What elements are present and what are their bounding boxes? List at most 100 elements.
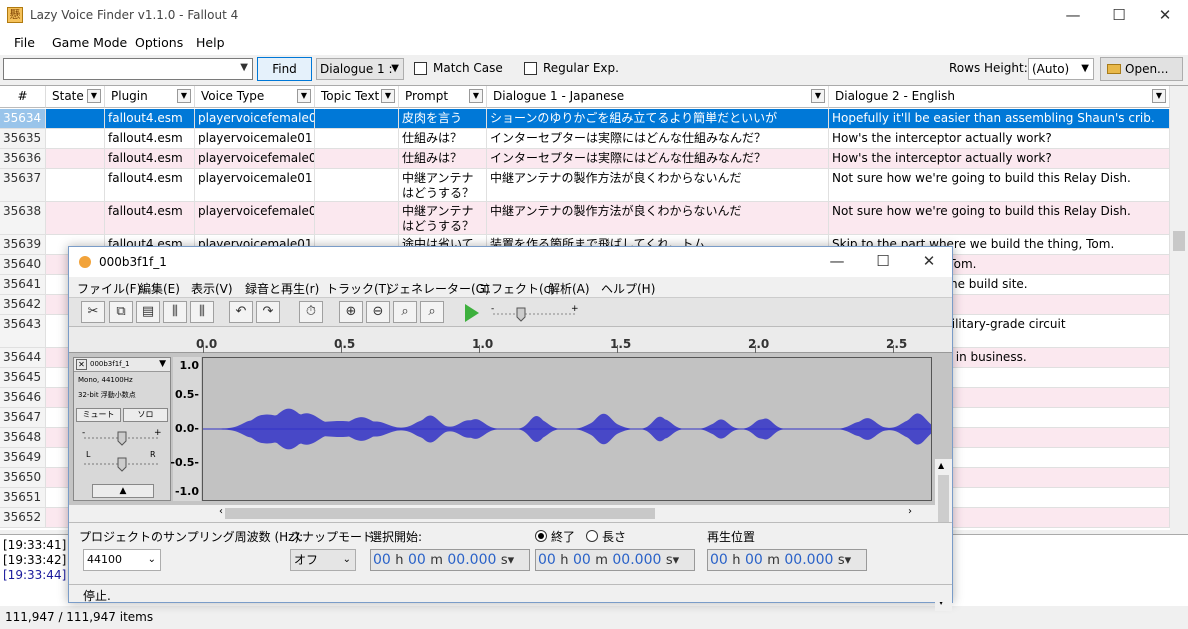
minimize-button[interactable]: — [1050,0,1096,31]
audacity-menu-file[interactable]: ファイル(F) [77,280,141,297]
cell-jp[interactable]: インターセプターは実際にはどんな仕組みなんだ？ [487,129,829,148]
table-row[interactable]: 35635 fallout4.esm playervoicemale01 仕組みは？イ… [0,129,1170,149]
audacity-menu-analyze[interactable]: 解析(A) [548,280,590,297]
column-header-topic-text[interactable]: Topic Text ▼ [315,86,399,108]
table-row[interactable]: 35636 fallout4.esm playervoicefemale01 仕組みは… [0,149,1170,169]
cell-num[interactable]: 35649 [0,448,46,467]
cell-voice[interactable]: playervoicemale01 [195,169,315,201]
column-header-state[interactable]: State ▼ [46,86,105,108]
find-button[interactable]: Find [257,57,312,81]
audacity-menu-tracks[interactable]: トラック(T) [326,280,391,297]
audacity-horizontal-scrollbar[interactable]: ‹ › [219,505,934,522]
cell-prompt[interactable]: 中継アンテナはどうする？ [399,169,487,201]
filter-dropdown-icon[interactable]: ▼ [177,89,191,103]
maximize-button[interactable]: ☐ [1096,0,1142,31]
column-header-prompt[interactable]: Prompt ▼ [399,86,487,108]
audacity-menu-view[interactable]: 表示(V) [191,280,233,297]
redo-icon[interactable]: ↷ [256,301,280,323]
cell-topic[interactable] [315,149,399,168]
cell-prompt[interactable]: 中継アンテナはどうする？ [399,202,487,234]
cell-plugin[interactable]: fallout4.esm [105,202,195,234]
sync-lock-icon[interactable]: ⏱ [299,301,323,323]
search-input[interactable]: ▼ [3,58,253,80]
playback-volume-slider[interactable]: - + [491,304,579,322]
undo-icon[interactable]: ↶ [229,301,253,323]
audacity-menu-generate[interactable]: ジェネレーター(G) [387,280,490,297]
cell-num[interactable]: 35650 [0,468,46,487]
cell-jp[interactable]: インターセプターは実際にはどんな仕組みなんだ？ [487,149,829,168]
cell-jp[interactable]: ショーンのゆりかごを組み立てるより簡単だといいが [487,109,829,128]
cell-voice[interactable]: playervoicefemale01 [195,109,315,128]
cell-jp[interactable]: 中継アンテナの製作方法が良くわからないんだ [487,169,829,201]
cell-plugin[interactable]: fallout4.esm [105,129,195,148]
cell-voice[interactable]: playervoicefemale01 [195,149,315,168]
silence-icon[interactable]: ⫼ [190,301,214,323]
mute-button[interactable]: ミュート [76,408,121,422]
play-icon[interactable] [465,304,479,322]
audacity-menu-transport[interactable]: 録音と再生(r) [245,280,319,297]
cell-num[interactable]: 35652 [0,508,46,527]
regular-exp-checkbox[interactable] [524,62,537,75]
cell-voice[interactable]: playervoicemale01 [195,129,315,148]
collapse-track-button[interactable]: ▲ [92,484,154,498]
cell-en[interactable]: Hopefully it'll be easier than assemblin… [829,109,1170,128]
column-header-voice-type[interactable]: Voice Type ▼ [195,86,315,108]
cell-num[interactable]: 35640 [0,255,46,274]
cell-jp[interactable]: 中継アンテナの製作方法が良くわからないんだ [487,202,829,234]
cell-en[interactable]: Not sure how we're going to build this R… [829,202,1170,234]
table-row[interactable]: 35638 fallout4.esm playervoicefemale01 中継アン… [0,202,1170,235]
project-rate-select[interactable]: 44100 ⌄ [83,549,161,571]
audacity-minimize-button[interactable]: — [814,247,860,275]
snap-mode-select[interactable]: オフ ⌄ [290,549,356,571]
cell-topic[interactable] [315,109,399,128]
filter-dropdown-icon[interactable]: ▼ [1152,89,1166,103]
rows-height-select[interactable]: (Auto) ▼ [1028,58,1094,80]
cell-num[interactable]: 35636 [0,149,46,168]
audacity-maximize-button[interactable]: ☐ [860,247,906,275]
menu-game-mode[interactable]: Game Mode [52,35,127,50]
cell-num[interactable]: 35648 [0,428,46,447]
track-name-menu[interactable]: ✕ 000b3f1f_1 ▼ [74,358,170,372]
cell-state[interactable] [46,149,105,168]
close-icon[interactable]: ✕ [76,359,87,370]
fit-selection-icon[interactable]: ⌕ [393,301,417,323]
cell-num[interactable]: 35643 [0,315,46,347]
cell-state[interactable] [46,169,105,201]
chevron-down-icon[interactable]: ▾ [673,553,680,568]
column-header-dialogue-1[interactable]: Dialogue 1 - Japanese ▼ [487,86,829,108]
match-case-checkbox[interactable] [414,62,427,75]
cell-num[interactable]: 35634 [0,109,46,128]
trim-icon[interactable]: ⫼ [163,301,187,323]
chevron-down-icon[interactable]: ▾ [845,553,852,568]
length-radio[interactable] [586,530,598,542]
regular-exp-label[interactable]: Regular Exp. [543,61,619,75]
cut-icon[interactable]: ✂ [81,301,105,323]
filter-dropdown-icon[interactable]: ▼ [811,89,825,103]
chevron-down-icon[interactable]: ▾ [508,553,515,568]
cell-plugin[interactable]: fallout4.esm [105,169,195,201]
zoom-in-icon[interactable]: ⊕ [339,301,363,323]
cell-num[interactable]: 35638 [0,202,46,234]
grid-vertical-scrollbar[interactable] [1170,86,1188,530]
filter-dropdown-icon[interactable]: ▼ [297,89,311,103]
scroll-up-icon[interactable]: ▲ [938,461,944,470]
filter-dropdown-icon[interactable]: ▼ [469,89,483,103]
cell-en[interactable]: How's the interceptor actually work? [829,149,1170,168]
cell-state[interactable] [46,202,105,234]
paste-icon[interactable]: ▤ [136,301,160,323]
menu-help[interactable]: Help [196,35,225,50]
cell-topic[interactable] [315,202,399,234]
cell-num[interactable]: 35641 [0,275,46,294]
audacity-menu-edit[interactable]: 編集(E) [139,280,180,297]
solo-button[interactable]: ソロ [123,408,168,422]
cell-topic[interactable] [315,169,399,201]
cell-state[interactable] [46,129,105,148]
fit-project-icon[interactable]: ⌕ [420,301,444,323]
waveform-view[interactable] [202,357,932,501]
cell-num[interactable]: 35639 [0,235,46,254]
timeline-ruler[interactable]: 0.0 0.5 1.0 1.5 2.0 2.5 [69,327,952,353]
filter-dropdown-icon[interactable]: ▼ [87,89,101,103]
audacity-menu-effect[interactable]: エフェクト(c) [479,280,555,297]
menu-options[interactable]: Options [135,35,183,50]
scroll-right-icon[interactable]: › [908,506,912,517]
